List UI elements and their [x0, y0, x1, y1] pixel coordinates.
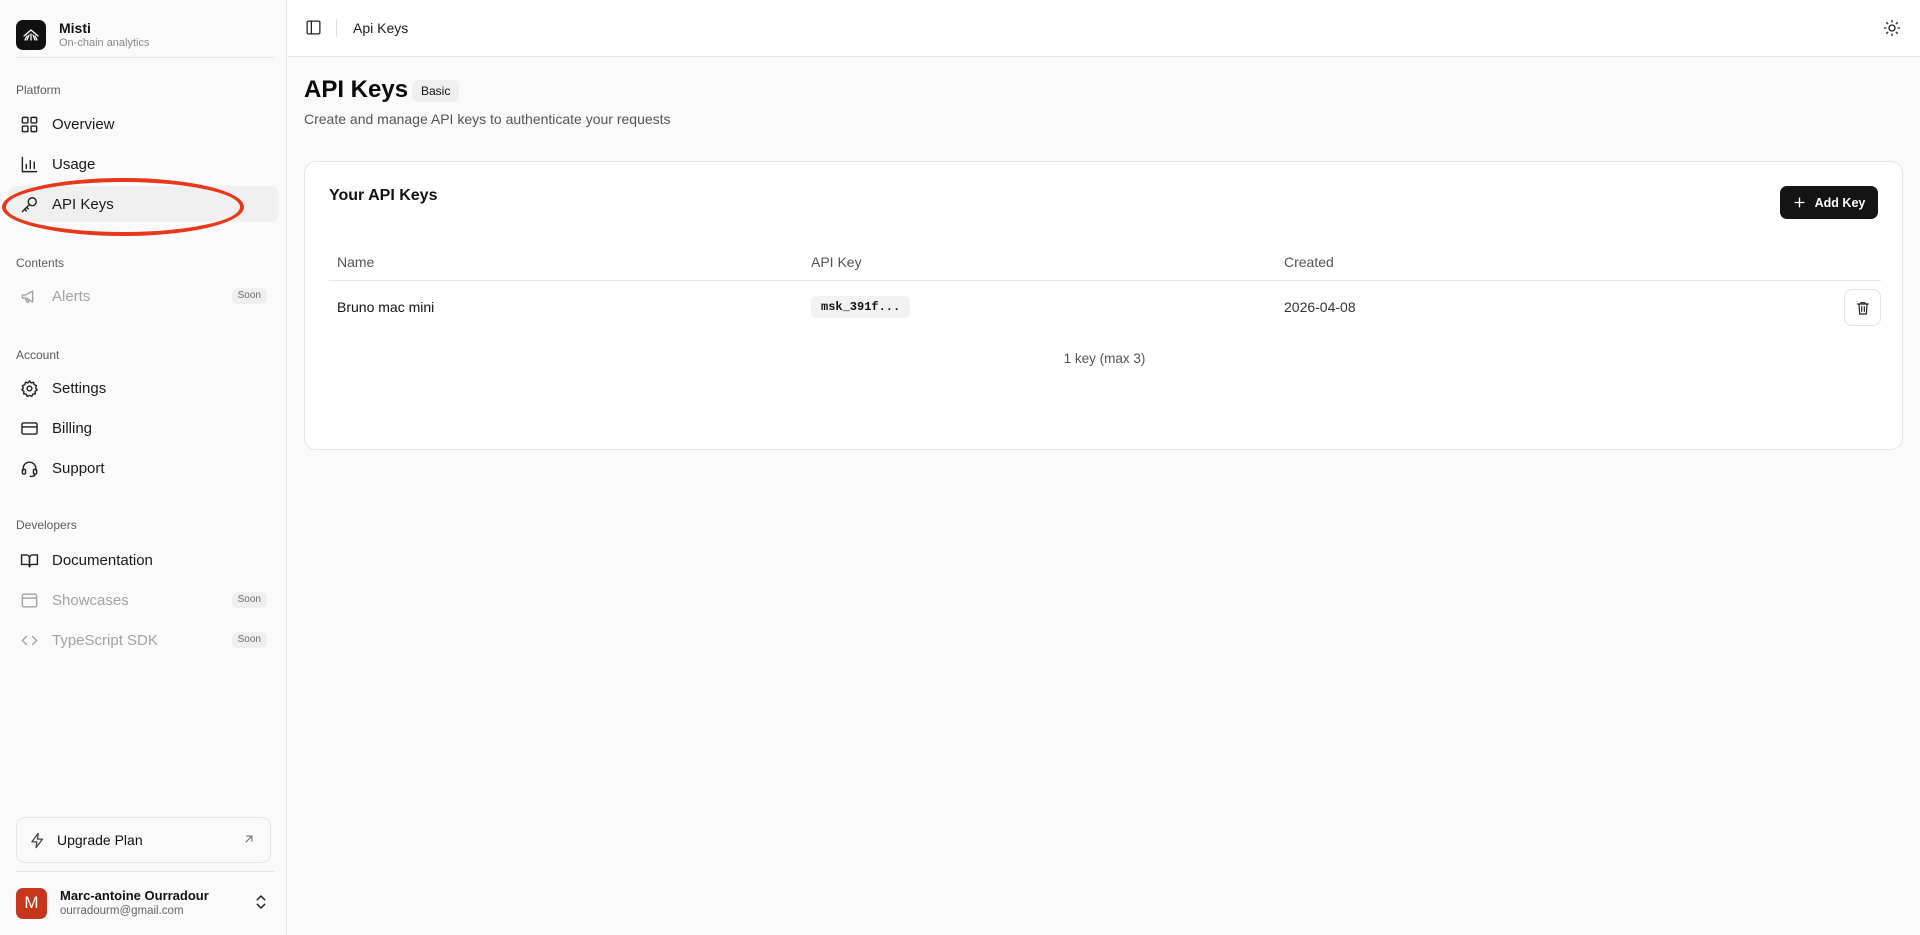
- sidebar: Misti On-chain analytics Platform Overvi…: [0, 0, 287, 935]
- column-header-name: Name: [337, 254, 375, 270]
- headset-icon: [21, 460, 38, 477]
- gear-icon: [21, 379, 38, 397]
- plus-icon: [1794, 197, 1805, 208]
- sidebar-item-typescript-sdk: TypeScript SDK Soon: [8, 622, 279, 658]
- user-name: Marc-antoine Ourradour: [60, 887, 209, 903]
- column-header-created: Created: [1284, 254, 1334, 270]
- group-label-account: Account: [16, 348, 60, 362]
- arrow-up-right-icon: [245, 835, 253, 843]
- book-open-icon: [20, 553, 39, 568]
- sidebar-toggle-icon[interactable]: [305, 19, 322, 36]
- key-count: 1 key (max 3): [1063, 351, 1146, 366]
- api-keys-card: Your API Keys Add Key Name API Key Creat…: [304, 161, 1903, 450]
- brand-tagline: On-chain analytics: [59, 37, 150, 49]
- table-row: Bruno mac mini msk_391f... 2026-04-08: [329, 281, 1881, 333]
- sidebar-item-label: API Keys: [52, 195, 114, 213]
- plan-badge: Basic: [412, 80, 460, 102]
- divider: [336, 19, 337, 37]
- user-menu[interactable]: M Marc-antoine Ourradour ourradourm@gmai…: [16, 878, 274, 928]
- sidebar-item-billing[interactable]: Billing: [8, 410, 279, 446]
- sidebar-item-label: Documentation: [52, 551, 153, 569]
- sidebar-item-overview[interactable]: Overview: [8, 106, 279, 142]
- sidebar-item-settings[interactable]: Settings: [8, 370, 279, 406]
- soon-badge: Soon: [231, 592, 267, 608]
- chevrons-up-down-icon: [256, 895, 266, 909]
- layout-grid-icon: [21, 116, 38, 132]
- code-icon: [21, 635, 38, 645]
- sidebar-item-label: Overview: [52, 115, 115, 133]
- add-key-button[interactable]: Add Key: [1780, 186, 1878, 219]
- brand-header[interactable]: Misti On-chain analytics: [16, 13, 274, 57]
- sidebar-item-showcases: Showcases Soon: [8, 582, 279, 618]
- sidebar-item-alerts: Alerts Soon: [8, 278, 279, 314]
- main-content: API Keys Basic Create and manage API key…: [288, 57, 1920, 935]
- bar-chart-icon: [21, 156, 38, 172]
- delete-key-button[interactable]: [1844, 289, 1881, 326]
- created-date: 2026-04-08: [1284, 299, 1356, 315]
- breadcrumb: Api Keys: [353, 20, 409, 36]
- sidebar-item-label: Support: [52, 459, 105, 477]
- soon-badge: Soon: [231, 288, 267, 304]
- api-key-value[interactable]: msk_391f...: [811, 296, 911, 318]
- soon-badge: Soon: [231, 632, 267, 648]
- topbar: Api Keys: [288, 0, 1920, 57]
- group-label-developers: Developers: [16, 518, 77, 532]
- sun-icon[interactable]: [1883, 19, 1901, 37]
- card-title: Your API Keys: [329, 187, 438, 204]
- browser-window-icon: [21, 592, 38, 608]
- sidebar-item-label: Billing: [52, 419, 93, 437]
- sidebar-item-label: TypeScript SDK: [52, 631, 158, 649]
- add-key-label: Add Key: [1814, 195, 1866, 210]
- key-icon: [21, 196, 37, 212]
- sidebar-item-label: Showcases: [52, 591, 129, 609]
- sidebar-item-support[interactable]: Support: [8, 450, 279, 486]
- avatar: M: [16, 887, 47, 919]
- key-name: Bruno mac mini: [337, 299, 435, 315]
- megaphone-icon: [21, 289, 34, 303]
- upgrade-plan-label: Upgrade Plan: [57, 832, 143, 848]
- sidebar-item-documentation[interactable]: Documentation: [8, 542, 279, 578]
- divider: [16, 57, 274, 58]
- sidebar-item-label: Alerts: [52, 287, 91, 305]
- sidebar-item-api-keys[interactable]: API Keys: [8, 186, 279, 222]
- table-header: Name API Key Created: [329, 242, 1881, 281]
- column-header-api-key: API Key: [811, 254, 862, 270]
- credit-card-icon: [21, 421, 38, 435]
- brand-name: Misti: [59, 20, 91, 36]
- page-title: API Keys: [304, 76, 409, 103]
- api-keys-table: Name API Key Created Bruno mac mini msk_…: [329, 242, 1881, 333]
- group-label-platform: Platform: [16, 83, 61, 97]
- user-email: ourradourm@gmail.com: [60, 904, 184, 917]
- lightning-icon: [31, 832, 44, 848]
- page-subtitle: Create and manage API keys to authentica…: [304, 111, 671, 127]
- trash-icon: [1856, 301, 1869, 315]
- brand-logo-icon: [16, 20, 46, 50]
- sidebar-item-label: Usage: [52, 155, 96, 173]
- group-label-contents: Contents: [16, 256, 65, 270]
- upgrade-plan-button[interactable]: Upgrade Plan: [16, 817, 271, 863]
- divider: [16, 871, 274, 872]
- sidebar-item-label: Settings: [52, 379, 107, 397]
- sidebar-item-usage[interactable]: Usage: [8, 146, 279, 182]
